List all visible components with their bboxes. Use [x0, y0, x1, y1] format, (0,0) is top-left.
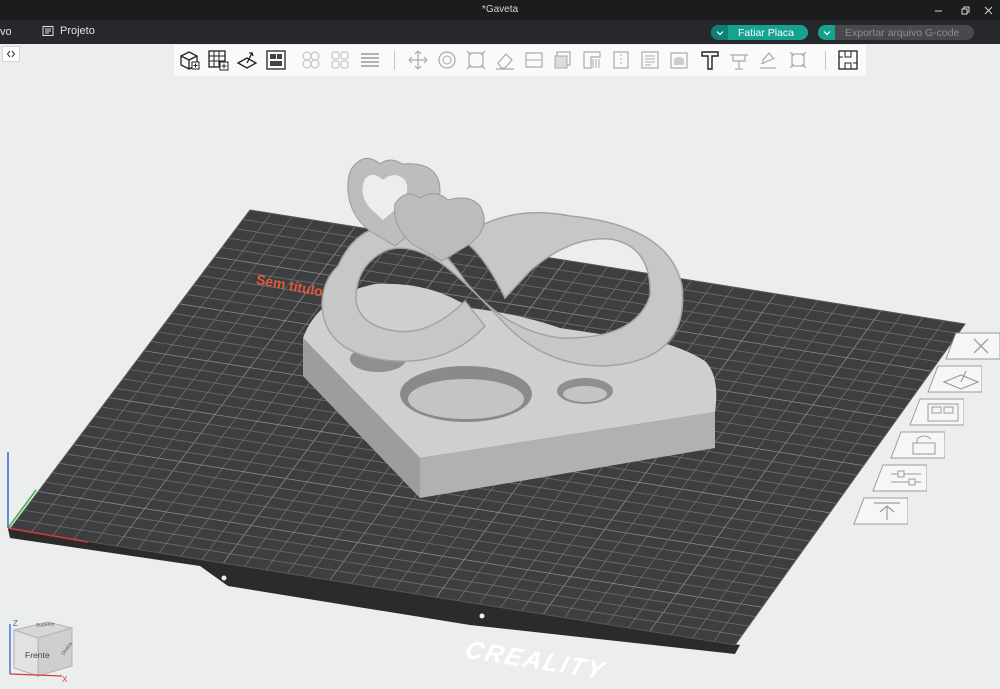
auto-orient-view-button[interactable]	[926, 365, 983, 393]
boolean-icon	[789, 51, 807, 69]
restore-icon	[961, 6, 969, 14]
fuzzy-skin-icon	[641, 51, 659, 69]
erase-icon	[496, 53, 514, 70]
menu-project[interactable]: Projeto	[42, 25, 95, 37]
toolbar-separator	[825, 51, 826, 70]
main-toolbar	[174, 45, 866, 76]
slice-plate-label: Fatiar Placa	[738, 26, 795, 39]
slice-plate-button[interactable]: Fatiar Placa	[711, 25, 808, 40]
axis-x-label: X	[62, 675, 68, 684]
measure-icon	[730, 54, 748, 70]
split-parts-icon	[331, 51, 349, 69]
upload-view-icon	[853, 497, 909, 525]
scene-canvas	[7, 157, 966, 654]
restore-button[interactable]	[953, 2, 977, 18]
collapse-arrows-icon	[6, 50, 16, 58]
menu-file-truncated[interactable]: vo	[0, 26, 12, 38]
lay-on-face-icon	[554, 51, 571, 69]
slice-dropdown-toggle[interactable]	[711, 25, 728, 40]
assembly-icon	[760, 52, 776, 69]
chevron-down-icon	[716, 30, 723, 35]
rotate-icon	[438, 51, 456, 69]
arrange-view-icon	[909, 398, 965, 426]
lock-view-icon	[890, 431, 946, 459]
auto-orient-button[interactable]	[236, 49, 258, 71]
move-icon	[408, 50, 428, 70]
support-paint-icon	[583, 51, 601, 69]
layers-icon	[361, 53, 379, 67]
settings-sliders-button[interactable]	[871, 464, 928, 492]
erase-button[interactable]	[494, 49, 516, 71]
split-parts-button[interactable]	[329, 49, 351, 71]
add-plate-button[interactable]	[207, 49, 229, 71]
seam-paint-button[interactable]	[610, 49, 632, 71]
add-object-icon	[180, 51, 200, 70]
navcube-front-label: Frente	[25, 650, 50, 660]
text-icon	[701, 51, 719, 70]
arrange-icon	[266, 50, 286, 70]
close-view-icon	[945, 332, 1000, 360]
close-icon	[984, 6, 992, 14]
lock-view-button[interactable]	[889, 431, 946, 459]
add-plate-icon	[208, 50, 229, 71]
support-paint-button[interactable]	[581, 49, 603, 71]
auto-orient-view-icon	[927, 365, 983, 393]
export-dropdown-toggle[interactable]	[818, 25, 835, 40]
arrange-view-button[interactable]	[908, 398, 965, 426]
project-icon	[42, 26, 54, 36]
boolean-button[interactable]	[787, 49, 809, 71]
close-button[interactable]	[976, 2, 1000, 18]
add-object-button[interactable]	[178, 49, 200, 71]
scale-icon	[466, 50, 486, 70]
move-button[interactable]	[407, 49, 429, 71]
close-view-button[interactable]	[944, 332, 1000, 360]
layers-button[interactable]	[359, 49, 381, 71]
title-bar: *Gaveta	[0, 0, 1000, 20]
axis-z-label: Z	[13, 619, 18, 628]
upload-view-button[interactable]	[852, 497, 909, 525]
color-paint-icon	[670, 52, 688, 69]
variable-layer-icon	[838, 50, 858, 70]
bed-mount-hole	[479, 613, 485, 619]
minimize-button[interactable]	[926, 2, 950, 18]
toolbar-separator	[394, 51, 395, 70]
cut-button[interactable]	[523, 49, 545, 71]
cut-icon	[525, 52, 543, 68]
split-objects-icon	[302, 51, 320, 69]
rotate-button[interactable]	[436, 49, 458, 71]
variable-layer-button[interactable]	[837, 49, 859, 71]
measure-button[interactable]	[728, 49, 750, 71]
color-paint-button[interactable]	[668, 49, 690, 71]
seam-paint-icon	[613, 51, 629, 69]
assembly-button[interactable]	[757, 49, 779, 71]
split-objects-button[interactable]	[300, 49, 322, 71]
fuzzy-skin-button[interactable]	[639, 49, 661, 71]
minimize-icon	[934, 10, 942, 11]
export-gcode-label: Exportar arquivo G-code	[845, 26, 960, 39]
bed-mount-hole	[221, 575, 227, 581]
scale-button[interactable]	[465, 49, 487, 71]
3d-viewport[interactable]: Sem título CREALITY 01	[0, 76, 1000, 689]
arrange-button[interactable]	[265, 49, 287, 71]
settings-sliders-icon	[872, 464, 928, 492]
lay-on-face-button[interactable]	[552, 49, 574, 71]
export-gcode-button[interactable]: Exportar arquivo G-code	[818, 25, 974, 40]
text-button[interactable]	[699, 49, 721, 71]
menu-project-label: Projeto	[60, 25, 95, 37]
window-title: *Gaveta	[481, 4, 519, 15]
auto-orient-icon	[236, 52, 258, 69]
sidebar-collapse-button[interactable]	[2, 46, 20, 62]
navigation-cube[interactable]: Superior Frente Direita	[8, 612, 78, 686]
chevron-down-icon	[823, 30, 830, 35]
